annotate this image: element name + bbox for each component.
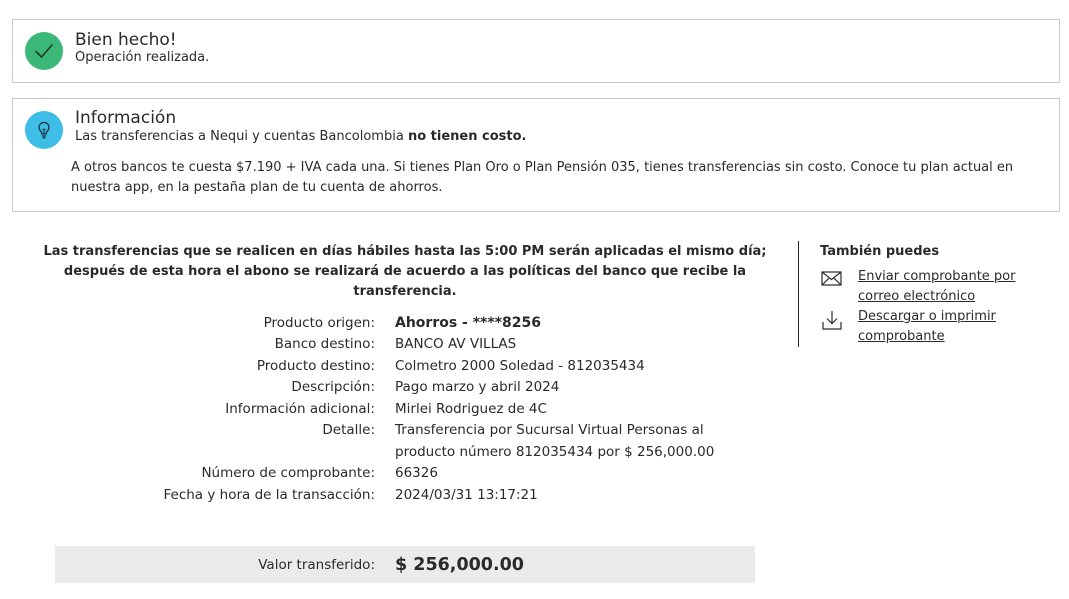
info-alert: Información Las transferencias a Nequi y… [12, 98, 1060, 212]
detail-value: Pago marzo y abril 2024 [395, 379, 560, 395]
transfer-details: Producto origen: Ahorros - ****8256 Banc… [40, 312, 760, 506]
info-line-text: Las transferencias a Nequi y cuentas Ban… [75, 129, 408, 144]
detail-label: Banco destino: [274, 336, 375, 352]
detail-row-detail: Detalle: Transferencia por Sucursal Virt… [40, 420, 760, 463]
transfer-notice: Las transferencias que se realicen en dí… [43, 244, 767, 299]
total-value: $ 256,000.00 [395, 554, 524, 575]
info-line: Las transferencias a Nequi y cuentas Ban… [75, 128, 526, 145]
detail-value: Transferencia por Sucursal Virtual Perso… [395, 422, 715, 460]
detail-label: Número de comprobante: [201, 465, 375, 481]
detail-value: Mirlei Rodriguez de 4C [395, 400, 547, 417]
download-icon [820, 309, 844, 331]
detail-label: Información adicional: [225, 400, 375, 417]
info-title: Información [75, 108, 177, 128]
download-receipt-link[interactable]: Descargar o imprimir comprobante [858, 307, 1033, 347]
info-line-bold: no tienen costo. [407, 129, 527, 144]
success-subtitle: Operación realizada. [75, 50, 210, 65]
email-receipt-link-row[interactable]: Enviar comprobante por correo electrónic… [820, 267, 1033, 307]
detail-value: BANCO AV VILLAS [395, 336, 517, 352]
detail-value: 2024/03/31 13:17:21 [395, 486, 538, 503]
detail-value: 66326 [395, 465, 438, 481]
total-label: Valor transferido: [258, 556, 375, 573]
download-receipt-link-row[interactable]: Descargar o imprimir comprobante [820, 307, 1033, 347]
detail-row-receipt-number: Número de comprobante: 66326 [40, 463, 760, 485]
detail-label: Detalle: [322, 422, 375, 438]
lightbulb-icon [25, 111, 63, 149]
detail-row-datetime: Fecha y hora de la transacción: 2024/03/… [40, 485, 760, 507]
detail-row-description: Descripción: Pago marzo y abril 2024 [40, 377, 760, 399]
sidebar-title: También puedes [820, 244, 940, 259]
detail-row-additional: Información adicional: Mirlei Rodriguez … [40, 399, 760, 421]
check-icon [25, 32, 63, 70]
detail-label: Fecha y hora de la transacción: [163, 486, 375, 503]
success-title: Bien hecho! [75, 30, 177, 50]
detail-value: Ahorros - ****8256 [395, 315, 541, 331]
detail-value: Colmetro 2000 Soledad - 812035434 [395, 357, 645, 374]
email-receipt-link[interactable]: Enviar comprobante por correo electrónic… [858, 267, 1033, 307]
info-paragraph: A otros bancos te cuesta $7.190 + IVA ca… [71, 160, 1014, 195]
transferred-total: Valor transferido: $ 256,000.00 [55, 546, 755, 583]
detail-row-origin: Producto origen: Ahorros - ****8256 [40, 312, 760, 334]
detail-label: Descripción: [291, 379, 375, 395]
detail-label: Producto origen: [263, 315, 375, 331]
detail-label: Producto destino: [256, 357, 375, 374]
success-alert: Bien hecho! Operación realizada. [12, 19, 1060, 83]
vertical-divider [798, 241, 799, 347]
detail-row-bank: Banco destino: BANCO AV VILLAS [40, 334, 760, 356]
envelope-icon [820, 269, 844, 291]
detail-row-destination: Producto destino: Colmetro 2000 Soledad … [40, 356, 760, 378]
